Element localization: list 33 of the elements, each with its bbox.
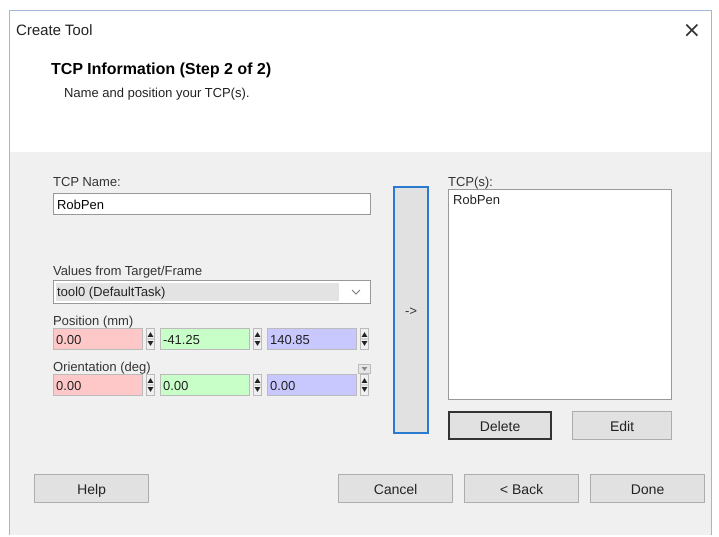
field-label: Values from Target/Frame <box>53 263 204 278</box>
target-dropdown[interactable]: tool0 (DefaultTask) <box>53 280 371 304</box>
number-field[interactable]: 140.85 <box>267 328 357 350</box>
dialog-button[interactable]: Cancel <box>338 474 453 503</box>
spinner-icon[interactable] <box>146 328 155 350</box>
spinner-icon[interactable] <box>360 328 369 350</box>
field-label: Position (mm) <box>53 313 134 328</box>
dialog-button[interactable]: < Back <box>464 474 579 503</box>
delete-button[interactable]: Delete <box>448 411 552 440</box>
collapse-icon[interactable] <box>358 364 371 374</box>
list-label: TCP(s): <box>448 174 494 189</box>
number-field[interactable]: 0.00 <box>53 328 143 350</box>
close-button[interactable]: × <box>676 18 707 42</box>
step-title: TCP Information (Step 2 of 2) <box>51 61 272 79</box>
field-label: Orientation (deg) <box>53 359 151 374</box>
spinner-icon[interactable] <box>146 374 155 396</box>
tcp-name-field[interactable]: RobPen <box>53 193 371 215</box>
step-subtitle: Name and position your TCP(s). <box>63 84 250 100</box>
chevron-down-icon <box>351 289 361 295</box>
number-field[interactable]: 0.00 <box>160 374 250 396</box>
dialog-button[interactable]: Done <box>590 474 705 503</box>
list-item[interactable]: RobPen <box>453 192 500 207</box>
field-label: TCP Name: <box>53 174 122 189</box>
dialog-button[interactable]: Help <box>34 474 149 503</box>
number-field[interactable]: 0.00 <box>53 374 143 396</box>
number-field[interactable]: 0.00 <box>267 374 357 396</box>
number-field[interactable]: -41.25 <box>160 328 250 350</box>
spinner-icon[interactable] <box>253 328 262 350</box>
spinner-icon[interactable] <box>253 374 262 396</box>
edit-button[interactable]: Edit <box>572 411 672 440</box>
add-tcp-button[interactable]: -> <box>393 186 429 434</box>
window-title: Create Tool <box>16 22 92 38</box>
spinner-icon[interactable] <box>360 374 369 396</box>
